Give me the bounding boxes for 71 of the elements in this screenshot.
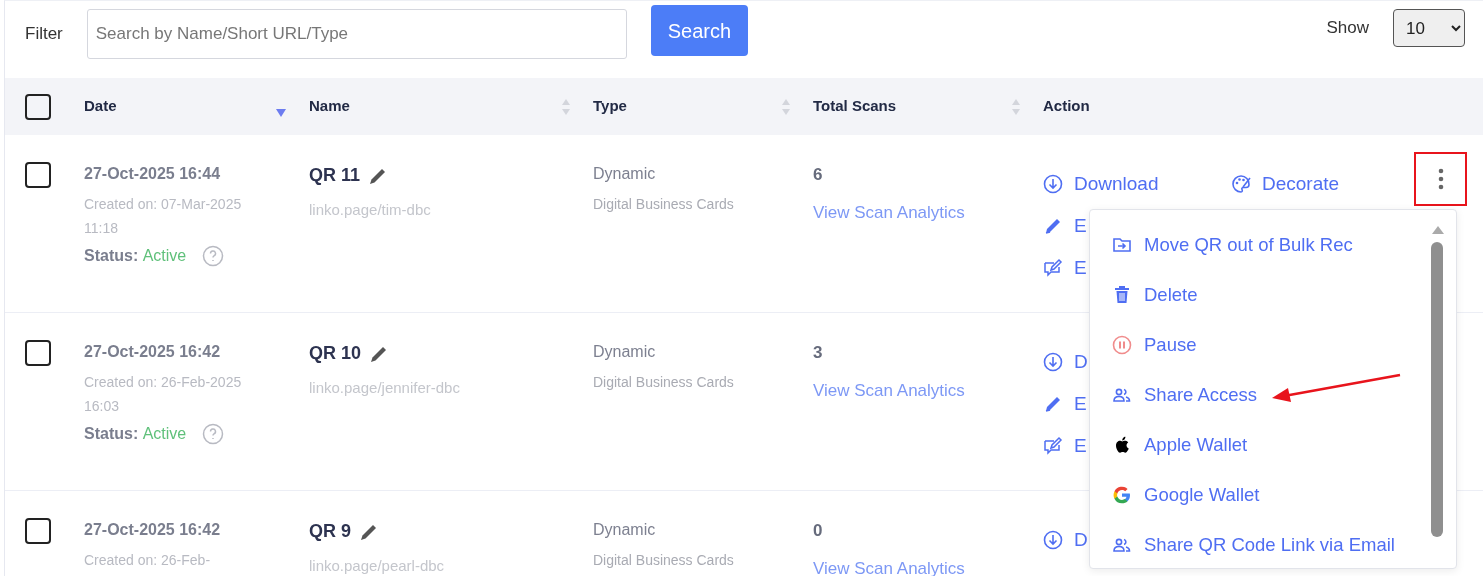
created-date: Created on: 26-Feb-: [84, 551, 212, 570]
short-url: linko.page/jennifer-dbc: [309, 378, 461, 398]
action-link[interactable]: D: [1043, 346, 1088, 378]
checkbox[interactable]: [25, 93, 51, 120]
search-button[interactable]: Search: [650, 5, 749, 56]
scan-count: 3: [813, 342, 824, 364]
search-field[interactable]: Search by Name/Short URL/Type: [86, 9, 627, 59]
type-text: Dynamic: [593, 342, 657, 362]
menu-item[interactable]: Move QR out of Bulk Rec: [1090, 220, 1456, 270]
status-label: Status: Active: [84, 246, 187, 266]
edit-message-icon: [1043, 436, 1063, 456]
action-link[interactable]: E: [1043, 388, 1087, 420]
date-text: 27-Oct-2025 16:44: [84, 164, 222, 184]
qr-name: QR 10: [309, 342, 362, 365]
qr-name: QR 11: [309, 164, 361, 187]
menu-item[interactable]: Google Wallet: [1090, 470, 1456, 520]
action-link[interactable]: Decorate: [1231, 168, 1340, 200]
menu-item[interactable]: Delete: [1090, 270, 1456, 320]
action-link[interactable]: E: [1043, 430, 1087, 462]
help-icon: [202, 245, 225, 267]
action-link[interactable]: E: [1043, 210, 1087, 242]
date-text: 27-Oct-2025 16:42: [84, 342, 222, 362]
menu-item[interactable]: Share Access: [1090, 370, 1456, 420]
menu-item[interactable]: Share QR Code Link via Email: [1090, 520, 1456, 568]
action-link[interactable]: Download: [1043, 168, 1159, 200]
created-date: Created on: 26-Feb-2025 16:03: [84, 373, 243, 416]
status-label: Status: Active: [84, 424, 187, 444]
more-button[interactable]: [1414, 152, 1467, 206]
menu-item[interactable]: Apple Wallet: [1090, 420, 1456, 470]
date-text: 27-Oct-2025 16:42: [84, 520, 222, 540]
short-url: linko.page/tim-dbc: [309, 200, 432, 220]
menu-item[interactable]: Pause: [1090, 320, 1456, 370]
show-label: Show: [1326, 17, 1369, 39]
type-text: Dynamic: [593, 164, 657, 184]
column-header[interactable]: Date: [84, 95, 117, 118]
category-text: Digital Business Cards: [593, 373, 735, 392]
download-icon: [1043, 352, 1063, 372]
help-icon: [202, 423, 225, 445]
download-icon: [1043, 174, 1063, 194]
column-header[interactable]: Type: [593, 95, 627, 118]
download-icon: [1043, 530, 1063, 550]
scan-count: 0: [813, 520, 824, 542]
checkbox[interactable]: [25, 162, 51, 188]
pencil-icon: [1043, 394, 1063, 414]
analytics-link[interactable]: View Scan Analytics: [813, 199, 965, 225]
folder-arrow-icon: [1112, 235, 1132, 255]
edit-message-icon: [1043, 258, 1063, 278]
column-header[interactable]: Name: [309, 95, 350, 118]
trash-icon: [1112, 285, 1132, 305]
short-url: linko.page/pearl-dbc: [309, 556, 446, 576]
checkbox[interactable]: [25, 340, 51, 366]
page-size-select[interactable]: 10: [1393, 9, 1465, 47]
column-header[interactable]: Total Scans: [813, 95, 897, 118]
pause-icon: [1112, 335, 1132, 355]
checkbox[interactable]: [25, 518, 51, 544]
category-text: Digital Business Cards: [593, 195, 735, 214]
google-icon: [1112, 485, 1132, 505]
action-link[interactable]: D: [1043, 524, 1088, 556]
category-text: Digital Business Cards: [593, 551, 735, 570]
created-date: Created on: 07-Mar-2025 11:18: [84, 195, 243, 238]
column-header[interactable]: Action: [1043, 95, 1090, 118]
scrollbar-thumb[interactable]: [1431, 242, 1443, 537]
type-text: Dynamic: [593, 520, 657, 540]
palette-icon: [1231, 174, 1251, 194]
pencil-icon: [1043, 216, 1063, 236]
action-link[interactable]: E: [1043, 252, 1087, 284]
scan-count: 6: [813, 164, 824, 186]
filter-label: Filter: [25, 23, 63, 45]
kebab-icon: [1437, 168, 1444, 190]
analytics-link[interactable]: View Scan Analytics: [813, 377, 965, 403]
qr-name: QR 9: [309, 520, 351, 543]
